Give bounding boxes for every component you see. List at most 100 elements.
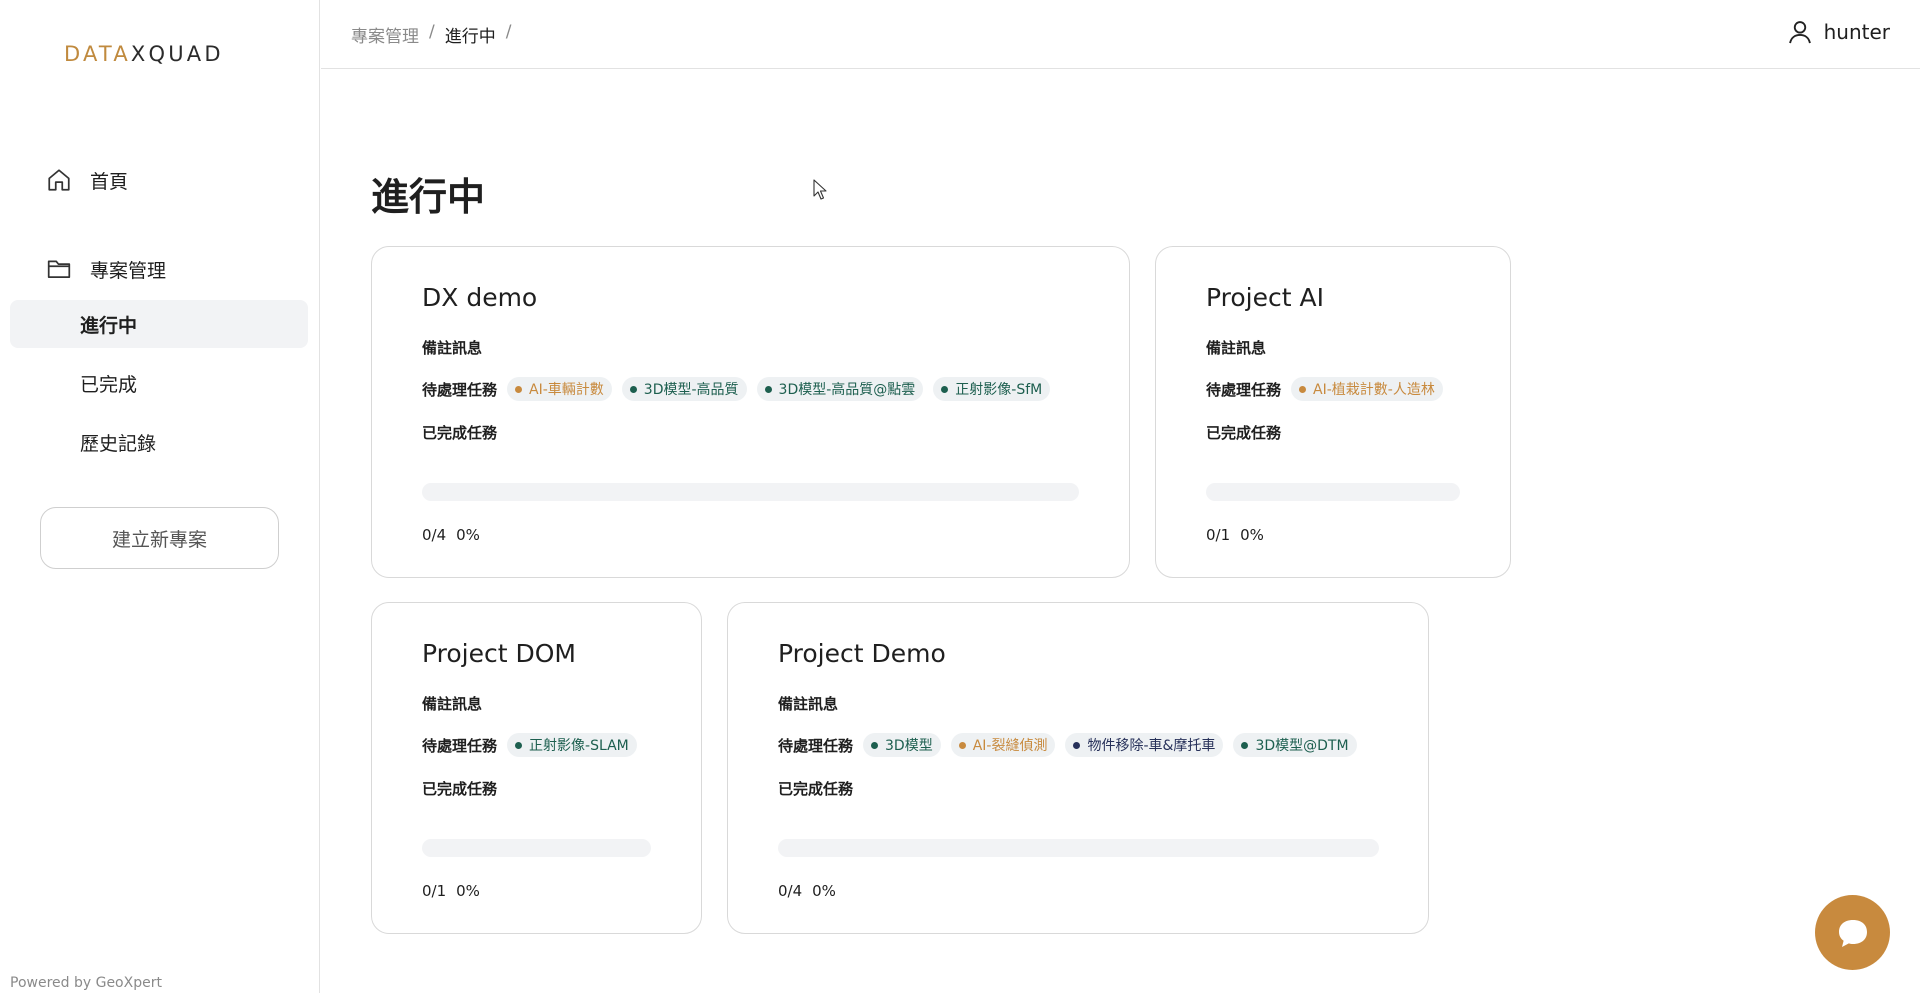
breadcrumb: 專案管理 / 進行中 / [351, 22, 511, 47]
sidebar: DATAXQUAD 首頁 專案管理 進行中 已完成 歷史記錄 建立新專案 Pow… [0, 0, 320, 993]
project-card-title: DX demo [422, 283, 538, 312]
completed-tasks-row: 已完成任務 [422, 422, 497, 443]
notes-label: 備註訊息 [422, 695, 483, 713]
progress-bar [778, 839, 1379, 857]
task-tag: AI-裂縫偵測 [950, 733, 1056, 757]
sidebar-subitem-label: 已完成 [80, 373, 138, 396]
task-tag-list: AI-植栽計數-人造林 [1291, 377, 1443, 401]
task-tag-label: 3D模型-高品質 [643, 382, 739, 398]
task-tag: AI-植栽計數-人造林 [1291, 377, 1443, 401]
status-dot-icon [1073, 741, 1081, 749]
notes-row: 備註訊息 [1206, 337, 1266, 358]
notes-row: 備註訊息 [422, 693, 482, 714]
task-tag-list: 正射影像-SLAM [507, 733, 637, 757]
breadcrumb-separator: / [505, 22, 512, 42]
page-title: 進行中 [371, 175, 486, 219]
notes-label: 備註訊息 [422, 339, 483, 357]
status-dot-icon [515, 741, 523, 749]
task-tag-label: AI-車輛計數 [529, 382, 604, 398]
task-tag: 正射影像-SfM [933, 377, 1051, 401]
powered-by-text: Powered by GeoXpert [10, 975, 162, 991]
progress-bar [1206, 483, 1460, 501]
sidebar-subitem-label: 歷史記錄 [80, 432, 157, 455]
pending-label: 待處理任務 [1206, 380, 1282, 399]
progress-stats: 0/1 0% [1206, 526, 1264, 544]
status-dot-icon [764, 385, 772, 393]
pending-label: 待處理任務 [778, 736, 854, 755]
project-card[interactable]: Project DOM 備註訊息 待處理任務 正射影像-SLAM 已完成任務 0/… [371, 602, 702, 934]
project-card[interactable]: DX demo 備註訊息 待處理任務 AI-車輛計數 3D模型-高品質 3D模型-高品… [371, 246, 1130, 578]
progress-percent: 0% [1240, 526, 1264, 544]
sidebar-subitem-completed[interactable]: 已完成 [10, 359, 308, 407]
task-count: 0/1 [1206, 526, 1231, 544]
task-tag: 3D模型-高品質 [621, 377, 747, 401]
notes-label: 備註訊息 [1206, 339, 1267, 357]
task-tag-label: AI-植栽計數-人造林 [1313, 382, 1435, 398]
logo-text-data: DATA [64, 42, 131, 66]
task-tag-label: 正射影像-SLAM [529, 738, 629, 754]
sidebar-subitem-in-progress[interactable]: 進行中 [10, 300, 308, 348]
task-tag: 正射影像-SLAM [507, 733, 637, 757]
progress-percent: 0% [456, 882, 480, 900]
new-project-button[interactable]: 建立新專案 [40, 507, 279, 569]
chat-icon [1838, 919, 1867, 947]
task-tag: 3D模型 [863, 733, 941, 757]
progress-stats: 0/1 0% [422, 882, 480, 900]
task-tag-list: 3D模型 AI-裂縫偵測 物件移除-車&摩托車 3D模型@DTM [863, 733, 1357, 757]
task-tag-label: 物件移除-車&摩托車 [1087, 738, 1216, 754]
task-tag-label: 正射影像-SfM [955, 382, 1043, 398]
breadcrumb-item-current[interactable]: 進行中 [445, 22, 496, 47]
chat-button[interactable] [1815, 895, 1890, 970]
completed-label: 已完成任務 [422, 424, 498, 442]
sidebar-item-home[interactable]: 首頁 [10, 156, 308, 204]
pending-tasks-row: 待處理任務 3D模型 AI-裂縫偵測 物件移除-車&摩托車 3D模型@DTM [778, 733, 1357, 757]
user-icon [1788, 21, 1811, 44]
project-card[interactable]: Project AI 備註訊息 待處理任務 AI-植栽計數-人造林 已完成任務 0… [1155, 246, 1511, 578]
completed-label: 已完成任務 [1206, 424, 1282, 442]
mouse-cursor-icon [813, 179, 827, 200]
status-dot-icon [941, 385, 949, 393]
home-icon [48, 169, 70, 191]
task-count: 0/4 [422, 526, 447, 544]
logo[interactable]: DATAXQUAD [64, 42, 224, 66]
progress-bar [422, 483, 1079, 501]
task-tag-label: 3D模型@DTM [1255, 738, 1349, 754]
status-dot-icon [629, 385, 637, 393]
task-tag: 3D模型@DTM [1233, 733, 1357, 757]
user-menu[interactable]: hunter [1786, 18, 1890, 46]
sidebar-subitem-history[interactable]: 歷史記錄 [10, 418, 308, 466]
task-tag: AI-車輛計數 [507, 377, 612, 401]
completed-tasks-row: 已完成任務 [422, 778, 497, 799]
status-dot-icon [515, 385, 523, 393]
project-card-title: Project DOM [422, 639, 576, 668]
sidebar-item-projects-label: 專案管理 [90, 259, 167, 282]
notes-row: 備註訊息 [778, 693, 838, 714]
breadcrumb-separator: / [429, 22, 435, 42]
status-dot-icon [1299, 385, 1307, 393]
status-dot-icon [958, 741, 966, 749]
notes-row: 備註訊息 [422, 337, 482, 358]
progress-percent: 0% [812, 882, 836, 900]
status-dot-icon [871, 741, 879, 749]
progress-percent: 0% [456, 526, 480, 544]
completed-tasks-row: 已完成任務 [778, 778, 853, 799]
pending-tasks-row: 待處理任務 AI-車輛計數 3D模型-高品質 3D模型-高品質@點雲 正射影像-SfM [422, 377, 1051, 401]
completed-label: 已完成任務 [422, 780, 498, 798]
username: hunter [1823, 20, 1890, 44]
sidebar-item-projects[interactable]: 專案管理 [10, 245, 308, 293]
pending-tasks-row: 待處理任務 正射影像-SLAM [422, 733, 637, 757]
breadcrumb-item-projects[interactable]: 專案管理 [351, 22, 419, 47]
pending-tasks-row: 待處理任務 AI-植栽計數-人造林 [1206, 377, 1443, 401]
pending-label: 待處理任務 [422, 736, 498, 755]
progress-bar [422, 839, 651, 857]
task-tag-label: 3D模型-高品質@點雲 [778, 382, 916, 398]
notes-label: 備註訊息 [778, 695, 839, 713]
folder-icon [47, 260, 71, 278]
task-tag-list: AI-車輛計數 3D模型-高品質 3D模型-高品質@點雲 正射影像-SfM [507, 377, 1051, 401]
project-card[interactable]: Project Demo 備註訊息 待處理任務 3D模型 AI-裂縫偵測 物件移除-車… [727, 602, 1429, 934]
task-tag: 3D模型-高品質@點雲 [756, 377, 924, 401]
progress-stats: 0/4 0% [778, 882, 836, 900]
task-tag: 物件移除-車&摩托車 [1065, 733, 1224, 757]
pending-label: 待處理任務 [422, 380, 498, 399]
logo-text-xquad: XQUAD [130, 42, 224, 66]
